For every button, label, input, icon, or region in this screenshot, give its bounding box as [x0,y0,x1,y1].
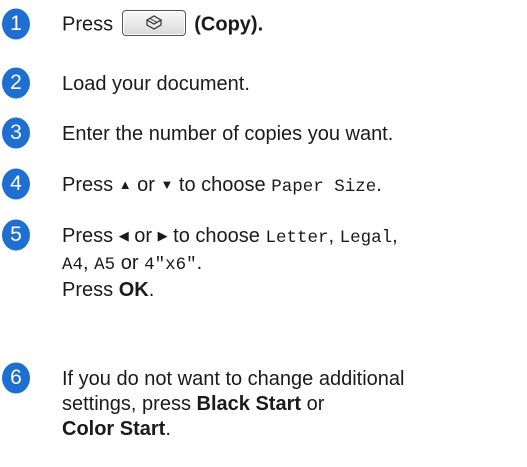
step-text: Press ▲ or ▼ to choose Paper Size. [62,174,382,197]
copy-key-icon [121,10,186,36]
step-number-badge: 4 [1,168,31,200]
right-arrow-icon: ▶ [157,228,168,243]
step-text: Load your document. [62,73,250,95]
up-arrow-icon: ▲ [118,177,132,192]
step-number-badge: 5 [1,219,31,251]
step-number-badge: 1 [1,8,31,40]
step-number-badge: 6 [1,362,31,394]
step-text: Press (Copy). [62,10,263,38]
step-number-badge: 3 [1,117,31,149]
step-text: If you do not want to change additional … [62,368,405,440]
step-text: Press ◀ or ▶ to choose Letter, Legal, A4… [62,225,398,301]
step-number-badge: 2 [1,67,31,99]
step-text: Enter the number of copies you want. [62,123,394,145]
down-arrow-icon: ▼ [160,177,174,192]
left-arrow-icon: ◀ [118,228,129,243]
